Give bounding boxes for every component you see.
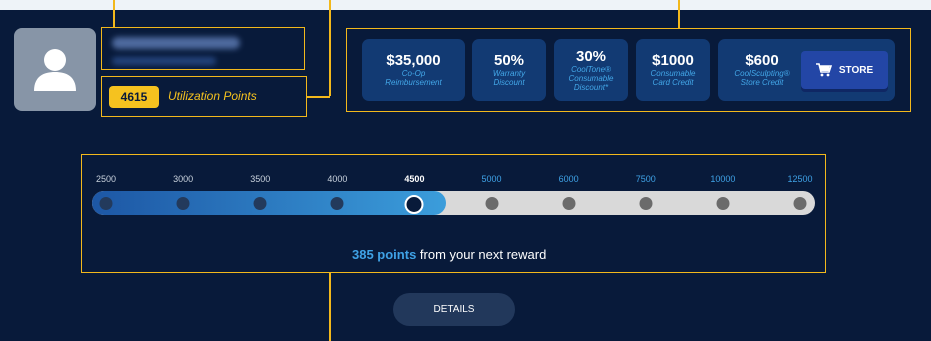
progress-tick-label: 3500 — [250, 174, 271, 184]
reward-desc: CoolSculpting® — [734, 69, 790, 78]
next-reward-text: 385 points from your next reward — [352, 247, 546, 262]
callout-line — [113, 0, 115, 28]
progress-tick-label: 12500 — [787, 174, 813, 184]
callout-line — [306, 96, 330, 98]
points-label: Utilization Points — [168, 89, 257, 103]
next-reward-suffix: from your next reward — [416, 247, 547, 262]
reward-value: $1000 — [652, 52, 694, 69]
progress-marker — [330, 197, 344, 210]
callout-line — [678, 0, 680, 28]
progress-tick-label: 3000 — [173, 174, 194, 184]
progress-marker — [99, 197, 113, 210]
progress-marker — [716, 197, 730, 210]
details-button[interactable]: DETAILS — [393, 293, 515, 326]
progress-marker — [562, 197, 576, 210]
progress-marker — [639, 197, 653, 210]
progress-marker — [485, 197, 499, 210]
reward-desc: Consumable — [568, 73, 614, 83]
reward-value: $600 — [745, 52, 779, 69]
cart-icon — [815, 63, 832, 77]
progress-tick-label: 4000 — [327, 174, 348, 184]
callout-line — [329, 273, 331, 341]
progress-tick-label: 5000 — [481, 174, 502, 184]
progress-marker — [793, 197, 807, 210]
progress-tick-label: 10000 — [710, 174, 736, 184]
progress-track — [92, 191, 815, 215]
progress-tick-label: 7500 — [635, 174, 656, 184]
reward-desc: Consumable — [650, 69, 696, 78]
points-badge: 4615 — [109, 86, 159, 108]
reward-tile-warranty: 50% Warranty Discount — [472, 39, 546, 101]
reward-desc: Store Credit — [740, 78, 784, 87]
progress-tick-label: 2500 — [95, 174, 117, 184]
reward-desc: Card Credit — [652, 78, 694, 87]
reward-tile-coop: $35,000 Co-Op Reimbursement — [362, 39, 465, 101]
user-silhouette-icon — [34, 48, 76, 91]
avatar — [14, 28, 96, 111]
progress-fill — [92, 191, 447, 215]
progress-current-marker — [404, 195, 424, 214]
reward-value: $35,000 — [386, 52, 441, 69]
next-reward-points: 385 points — [352, 247, 417, 262]
progress-marker — [253, 197, 267, 210]
store-button-label: STORE — [838, 64, 874, 76]
progress-marker — [176, 197, 190, 210]
progress-tick-label: 4500 — [404, 174, 425, 184]
reward-tile-card-credit: $1000 Consumable Card Credit — [636, 39, 710, 101]
user-subtitle-redacted — [112, 57, 216, 65]
reward-value: 30% — [575, 47, 607, 65]
callout-line — [329, 0, 331, 96]
user-name-redacted — [112, 37, 240, 49]
reward-desc: Discount — [493, 78, 525, 87]
store-button[interactable]: STORE — [801, 51, 888, 89]
reward-value: 50% — [493, 52, 525, 69]
reward-desc: Co-Op — [401, 69, 426, 78]
progress-tick-label: 6000 — [558, 174, 579, 184]
reward-desc: Warranty — [492, 69, 526, 78]
reward-desc: Reimbursement — [385, 78, 442, 87]
reward-desc: CoolTone® — [571, 64, 611, 74]
reward-desc: Discount* — [573, 82, 609, 92]
reward-tile-cooltone: 30% CoolTone® Consumable Discount* — [554, 39, 628, 101]
